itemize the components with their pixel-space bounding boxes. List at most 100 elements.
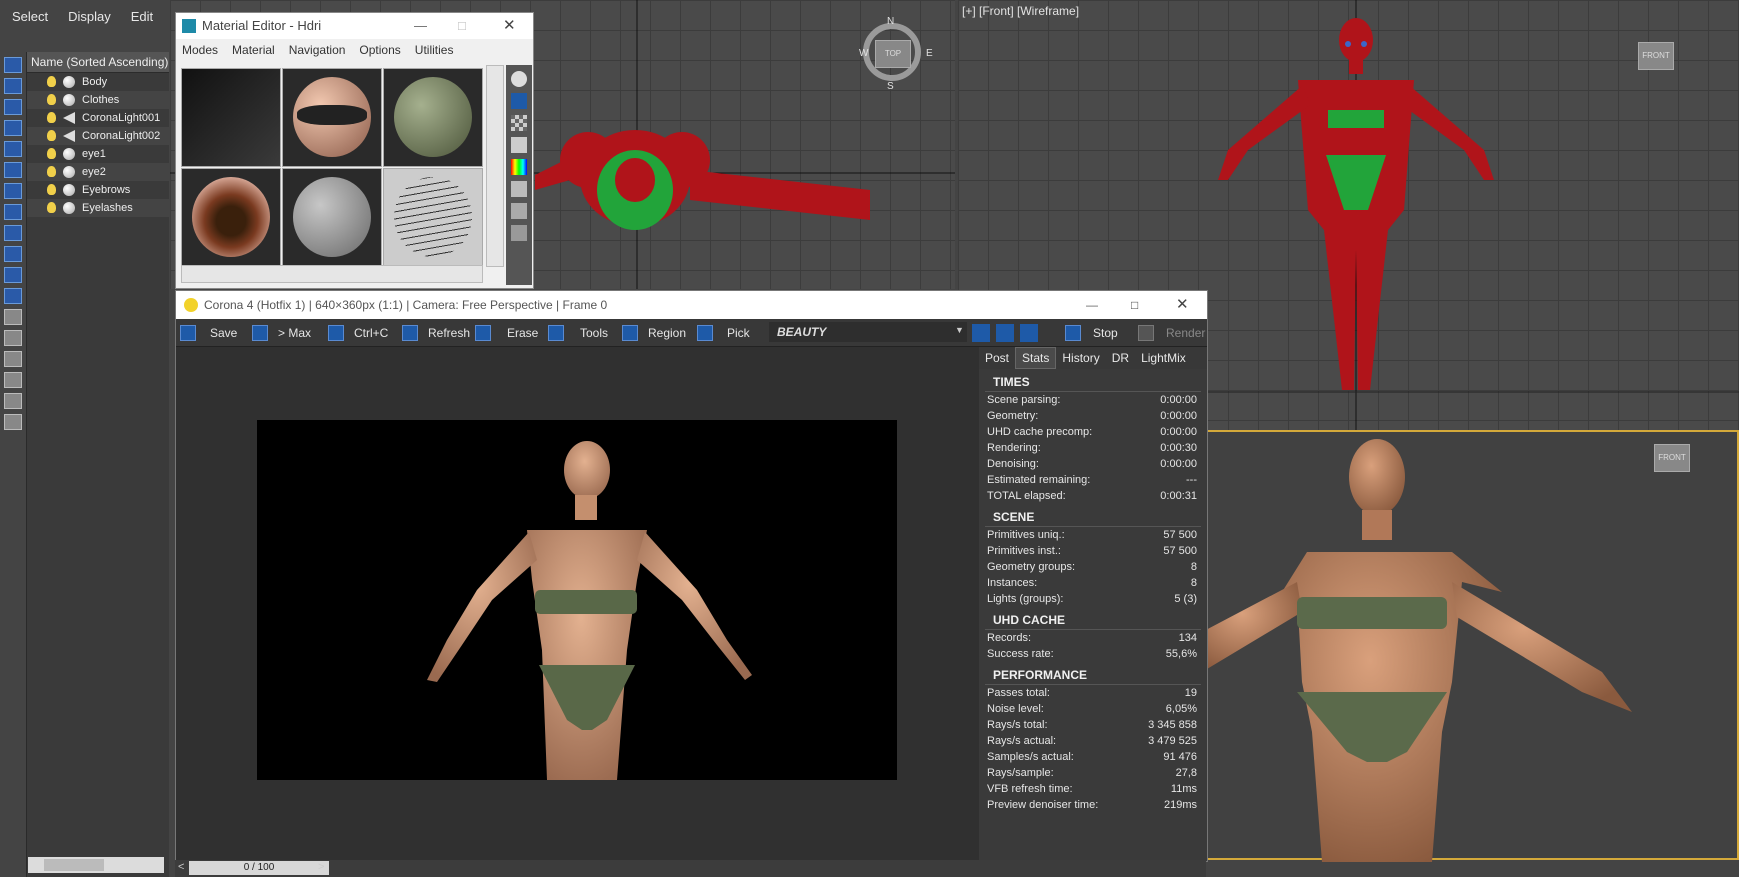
time-slider[interactable]: 0 / 100: [189, 861, 329, 875]
display-hidden-icon[interactable]: [4, 309, 22, 325]
mated-menu-navigation[interactable]: Navigation: [283, 39, 354, 57]
lightbulb-icon[interactable]: [47, 112, 56, 123]
explorer-item[interactable]: Eyelashes: [27, 199, 169, 217]
explorer-item[interactable]: CoronaLight001: [27, 109, 169, 127]
minimize-icon[interactable]: —: [414, 13, 427, 39]
explorer-horizontal-scrollbar[interactable]: [28, 857, 164, 873]
material-editor-titlebar[interactable]: Material Editor - Hdri — □ ✕: [176, 13, 533, 39]
lightbulb-icon[interactable]: [47, 166, 56, 177]
explorer-item[interactable]: Eyebrows: [27, 181, 169, 199]
lightbulb-icon[interactable]: [47, 94, 56, 105]
menu-display[interactable]: Display: [56, 0, 119, 24]
mated-menu-options[interactable]: Options: [353, 39, 408, 57]
display-cameras-icon[interactable]: [4, 141, 22, 157]
viewcube-top[interactable]: TOP: [875, 40, 911, 68]
to-max-button[interactable]: > Max: [250, 323, 311, 343]
viewcube-perspective[interactable]: FRONT: [1654, 444, 1690, 472]
material-slot-lines[interactable]: [383, 168, 483, 267]
filter-icon[interactable]: [4, 372, 22, 388]
chevron-down-icon[interactable]: ▼: [955, 325, 964, 335]
minimize-icon[interactable]: —: [1086, 291, 1098, 319]
render-channel-select[interactable]: BEAUTY: [769, 322, 967, 342]
render-canvas[interactable]: [176, 347, 976, 851]
make-preview-icon[interactable]: [511, 181, 527, 197]
material-slot-fabric[interactable]: [383, 68, 483, 167]
uv-tiling-icon[interactable]: [511, 137, 527, 153]
mated-menu-modes[interactable]: Modes: [176, 39, 226, 57]
lightbulb-icon[interactable]: [47, 148, 56, 159]
zoom-fit-icon[interactable]: [1020, 324, 1038, 342]
display-groups-icon[interactable]: [4, 204, 22, 220]
display-objects-icon[interactable]: [4, 57, 22, 73]
display-all-icon[interactable]: [4, 330, 22, 346]
close-icon[interactable]: ✕: [1176, 291, 1189, 319]
menu-select[interactable]: Select: [0, 0, 56, 24]
display-geometry-icon[interactable]: [4, 78, 22, 94]
display-shapes-icon[interactable]: [4, 99, 22, 115]
tools-button[interactable]: Tools: [546, 323, 608, 343]
stat-row: TOTAL elapsed: 0:00:31: [987, 490, 1197, 502]
chevron-right-icon[interactable]: >: [318, 861, 324, 873]
tab-post[interactable]: Post: [979, 348, 1015, 368]
display-containers-icon[interactable]: [4, 267, 22, 283]
tab-stats[interactable]: Stats: [1015, 347, 1057, 369]
material-slot-eye[interactable]: [181, 168, 281, 267]
maximize-icon[interactable]: □: [458, 13, 466, 39]
lightbulb-icon[interactable]: [47, 76, 56, 87]
erase-button[interactable]: Erase: [473, 323, 538, 343]
layer-filter-icon[interactable]: [4, 393, 22, 409]
mated-menu-material[interactable]: Material: [226, 39, 283, 57]
pick-button[interactable]: Pick: [695, 323, 750, 343]
slots-horizontal-scrollbar[interactable]: [181, 265, 483, 283]
lightbulb-icon[interactable]: [47, 202, 56, 213]
viewport-perspective[interactable]: FRONT: [1200, 430, 1739, 862]
sample-type-icon[interactable]: [511, 71, 527, 87]
material-slot-hdri[interactable]: [181, 68, 281, 167]
menu-edit[interactable]: Edit: [119, 0, 161, 24]
lightbulb-icon[interactable]: [47, 184, 56, 195]
display-spacewarps-icon[interactable]: [4, 183, 22, 199]
tab-lightmix[interactable]: LightMix: [1135, 348, 1192, 368]
close-icon[interactable]: ✕: [503, 13, 516, 39]
explorer-item[interactable]: eye2: [27, 163, 169, 181]
render-button[interactable]: Render: [1136, 323, 1205, 343]
backlight-icon[interactable]: [511, 93, 527, 109]
explorer-item[interactable]: eye1: [27, 145, 169, 163]
material-slot-glass[interactable]: [282, 168, 382, 267]
tab-dr[interactable]: DR: [1106, 348, 1135, 368]
explorer-item[interactable]: CoronaLight002: [27, 127, 169, 145]
material-slot-skin[interactable]: [282, 68, 382, 167]
viewport-label-front[interactable]: [+] [Front] [Wireframe]: [962, 4, 1079, 18]
chevron-left-icon[interactable]: <: [178, 861, 184, 873]
explorer-column-header[interactable]: Name (Sorted Ascending): [27, 52, 169, 73]
scrollbar-thumb[interactable]: [44, 859, 104, 871]
display-helpers-icon[interactable]: [4, 162, 22, 178]
options-icon[interactable]: [4, 414, 22, 430]
stat-row: UHD cache precomp: 0:00:00: [987, 426, 1197, 438]
viewcube-front[interactable]: FRONT: [1638, 42, 1674, 70]
display-none-icon[interactable]: [4, 351, 22, 367]
zoom-out-icon[interactable]: [996, 324, 1014, 342]
copy-button[interactable]: Ctrl+C: [326, 323, 388, 343]
vfb-titlebar[interactable]: Corona 4 (Hotfix 1) | 640×360px (1:1) | …: [176, 291, 1207, 319]
explorer-item[interactable]: Clothes: [27, 91, 169, 109]
select-by-material-icon[interactable]: [511, 225, 527, 241]
lightbulb-icon[interactable]: [47, 130, 56, 141]
display-lights-icon[interactable]: [4, 120, 22, 136]
stop-button[interactable]: Stop: [1063, 323, 1118, 343]
save-button[interactable]: Save: [178, 323, 237, 343]
refresh-button[interactable]: Refresh: [400, 323, 470, 343]
region-button[interactable]: Region: [620, 323, 686, 343]
tab-history[interactable]: History: [1056, 348, 1105, 368]
display-bones-icon[interactable]: [4, 246, 22, 262]
maximize-icon[interactable]: □: [1131, 291, 1138, 319]
zoom-in-icon[interactable]: [972, 324, 990, 342]
background-icon[interactable]: [511, 115, 527, 131]
explorer-item[interactable]: Body: [27, 73, 169, 91]
slots-vertical-scrollbar[interactable]: [486, 65, 504, 267]
options-icon[interactable]: [511, 203, 527, 219]
display-xrefs-icon[interactable]: [4, 225, 22, 241]
video-color-check-icon[interactable]: [511, 159, 527, 175]
mated-menu-utilities[interactable]: Utilities: [409, 39, 462, 57]
display-frozen-icon[interactable]: [4, 288, 22, 304]
